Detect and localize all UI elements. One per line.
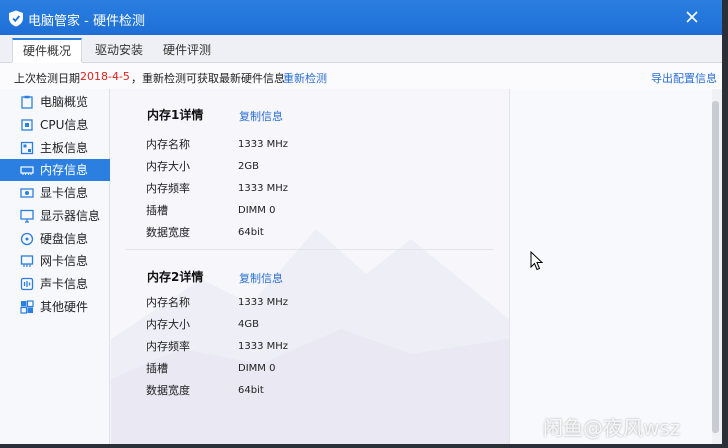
scrollbar-thumb[interactable] — [712, 101, 719, 433]
sidebar-item-other-hardware[interactable]: 其他硬件 — [10, 296, 109, 318]
memory-2-slot-value: DIMM 0 — [238, 363, 276, 374]
tab-hardware-overview[interactable]: 硬件概况 — [12, 38, 82, 63]
memory-1-name-label: 内存名称 — [146, 138, 190, 151]
sidebar-item-cpu[interactable]: CPU信息 — [10, 114, 109, 136]
sidebar-item-label: 显示器信息 — [40, 209, 101, 223]
sidebar-item-label: 硬盘信息 — [40, 232, 89, 246]
last-check-date: 2018-4-5 — [80, 70, 130, 83]
sidebar: 电脑概览 CPU信息 主板信息 内存信息 显卡信息 显示器信息 硬盘信息 网卡信… — [0, 89, 110, 444]
section-divider — [126, 249, 494, 250]
gpu-icon — [20, 188, 34, 198]
memory-1-frequency-value: 1333 MHz — [238, 183, 289, 194]
memory-icon — [20, 166, 34, 175]
memory-2-name-label: 内存名称 — [146, 296, 190, 309]
memory-2-slot-label: 插槽 — [146, 362, 168, 375]
memory-2-size-value: 4GB — [238, 319, 259, 330]
memory-2-copy-button[interactable]: 复制信息 — [239, 270, 283, 286]
other-hardware-icon — [20, 300, 34, 314]
memory-1-slot-value: DIMM 0 — [238, 205, 276, 216]
sidebar-item-label: 显卡信息 — [40, 186, 89, 200]
sidebar-item-overview[interactable]: 电脑概览 — [10, 91, 109, 113]
sidebar-item-label: 声卡信息 — [40, 277, 89, 291]
close-icon[interactable] — [684, 9, 700, 25]
memory-1-name-value: 1333 MHz — [238, 139, 289, 150]
memory-2-name-value: 1333 MHz — [238, 297, 289, 308]
shield-logo-icon — [9, 10, 23, 27]
window-title: 电脑管家 - 硬件检测 — [28, 14, 145, 29]
memory-2-size-label: 内存大小 — [146, 318, 190, 331]
mouse-cursor-icon — [530, 251, 544, 271]
memory-2-frequency-value: 1333 MHz — [238, 341, 289, 352]
tab-driver-install[interactable]: 驱动安装 — [84, 38, 154, 63]
motherboard-icon — [20, 141, 34, 155]
memory-1-frequency-label: 内存频率 — [146, 182, 190, 195]
watermark-text: 闲鱼@夜风wsz — [543, 416, 681, 440]
recheck-hint: ，重新检测可获取最新硬件信息 — [131, 72, 285, 85]
sidebar-item-memory[interactable]: 内存信息 — [0, 159, 110, 181]
memory-1-slot-label: 插槽 — [146, 204, 168, 217]
memory-1-size-label: 内存大小 — [146, 160, 190, 173]
sidebar-item-label: 网卡信息 — [40, 254, 89, 268]
disk-icon — [20, 232, 34, 246]
sidebar-item-label: 内存信息 — [40, 163, 89, 177]
export-config-link[interactable]: 导出配置信息 — [651, 70, 717, 86]
memory-2-frequency-label: 内存频率 — [146, 340, 190, 353]
memory-2-title: 内存2详情 — [147, 270, 204, 284]
sidebar-item-disk[interactable]: 硬盘信息 — [10, 228, 109, 250]
sidebar-item-motherboard[interactable]: 主板信息 — [10, 137, 109, 159]
sidebar-item-label: CPU信息 — [40, 118, 89, 132]
last-check-label: 上次检测日期 — [14, 72, 80, 85]
network-card-icon — [20, 255, 34, 267]
clipboard-icon — [21, 95, 33, 109]
app-window: 电脑管家 - 硬件检测 硬件概况 驱动安装 硬件评测 上次检测日期 2018-4… — [0, 0, 722, 444]
memory-2-width-label: 数据宽度 — [146, 384, 190, 397]
title-bar: 电脑管家 - 硬件检测 — [0, 0, 722, 35]
sidebar-item-monitor[interactable]: 显示器信息 — [10, 205, 109, 227]
memory-2-width-value: 64bit — [238, 385, 264, 396]
recheck-link[interactable]: 重新检测 — [283, 70, 327, 86]
memory-1-width-label: 数据宽度 — [146, 226, 190, 239]
sidebar-item-label: 电脑概览 — [40, 95, 89, 109]
monitor-icon — [20, 209, 34, 223]
memory-1-size-value: 2GB — [238, 161, 259, 172]
info-bar: 上次检测日期 2018-4-5 ，重新检测可获取最新硬件信息 重新检测 — [0, 63, 722, 89]
tab-hardware-benchmark[interactable]: 硬件评测 — [152, 38, 222, 63]
sidebar-item-network-card[interactable]: 网卡信息 — [10, 250, 109, 272]
memory-1-copy-button[interactable]: 复制信息 — [239, 108, 283, 124]
sidebar-item-label: 主板信息 — [40, 141, 89, 155]
sidebar-item-sound-card[interactable]: 声卡信息 — [10, 273, 109, 295]
sound-card-icon — [20, 277, 34, 291]
sidebar-item-label: 其他硬件 — [40, 300, 89, 314]
cpu-icon — [21, 119, 33, 131]
tab-bar: 硬件概况 驱动安装 硬件评测 — [0, 35, 722, 63]
memory-1-width-value: 64bit — [238, 227, 264, 238]
memory-details-panel: 内存1详情 复制信息 内存名称 1333 MHz 内存大小 2GB 内存频率 1… — [111, 89, 509, 444]
memory-1-title: 内存1详情 — [147, 108, 204, 122]
sidebar-item-gpu[interactable]: 显卡信息 — [10, 182, 109, 204]
